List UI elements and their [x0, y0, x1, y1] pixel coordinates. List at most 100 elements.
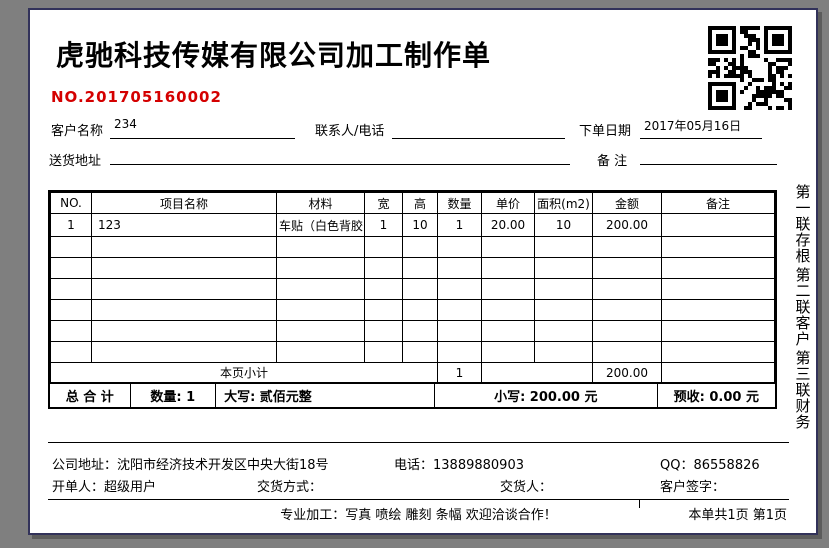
cell-2: 车贴（白色背胶: [277, 214, 365, 237]
items-table: NO.项目名称材料宽高数量单价面积(m2)金额备注 1123车贴（白色背胶110…: [48, 190, 777, 409]
customer-name-label: 客户名称: [51, 120, 103, 139]
cell-8: [593, 300, 662, 321]
contact-phone-value: [392, 117, 565, 139]
cell-1: 123: [92, 214, 277, 237]
cell-6: [482, 300, 535, 321]
grand-total-prepaid: 预收: 0.00 元: [658, 384, 775, 407]
table-empty-row: [51, 279, 775, 300]
cell-0: [51, 321, 92, 342]
page-subtotal-qty: 1: [438, 363, 482, 383]
cell-0: [51, 237, 92, 258]
issuer: 开单人：超级用户: [52, 476, 156, 495]
cell-9: [662, 342, 775, 363]
cell-2: [277, 342, 365, 363]
cell-5: [438, 258, 482, 279]
footer-divider-top: [48, 442, 789, 443]
table-empty-row: [51, 258, 775, 279]
col-header-5: 数量: [438, 193, 482, 214]
order-number: NO.201705160002: [51, 88, 222, 106]
page-info: 本单共1页 第1页: [639, 504, 787, 523]
cell-7: 10: [535, 214, 593, 237]
cell-8: 200.00: [593, 214, 662, 237]
cell-4: [403, 300, 438, 321]
grand-total-amount-caps: 大写: 贰佰元整: [216, 384, 435, 407]
grand-total-row: 总 合 计 数量: 1 大写: 贰佰元整 小写: 200.00 元 预收: 0.…: [50, 383, 775, 407]
col-header-6: 单价: [482, 193, 535, 214]
cell-9: [662, 237, 775, 258]
cell-9: [662, 214, 775, 237]
cell-3: 1: [365, 214, 403, 237]
cell-9: [662, 321, 775, 342]
table-empty-row: [51, 300, 775, 321]
cell-5: [438, 237, 482, 258]
cell-6: [482, 279, 535, 300]
page-subtotal-spacer: [482, 363, 593, 383]
cell-6: [482, 237, 535, 258]
delivery-address-label: 送货地址: [49, 150, 101, 169]
contact-phone-label: 联系人/电话: [315, 120, 384, 139]
footer-divider-bottom: [48, 499, 789, 500]
col-header-4: 高: [403, 193, 438, 214]
cell-5: [438, 279, 482, 300]
copy-labels-strip: 第一联存根 第二联客户 第三联财务: [792, 184, 814, 430]
col-header-9: 备注: [662, 193, 775, 214]
cell-3: [365, 237, 403, 258]
cell-3: [365, 279, 403, 300]
cell-3: [365, 300, 403, 321]
order-date-label: 下单日期: [579, 120, 631, 139]
cell-4: 10: [403, 214, 438, 237]
cell-8: [593, 258, 662, 279]
remark-label: 备 注: [597, 150, 627, 169]
table-row: 1123车贴（白色背胶110120.0010200.00: [51, 214, 775, 237]
cell-4: [403, 321, 438, 342]
cell-6: [482, 321, 535, 342]
cell-1: [92, 321, 277, 342]
cell-0: [51, 258, 92, 279]
cell-3: [365, 258, 403, 279]
cell-9: [662, 279, 775, 300]
customer-name-value: 234: [110, 117, 295, 139]
col-header-2: 材料: [277, 193, 365, 214]
cell-8: [593, 342, 662, 363]
cell-5: 1: [438, 214, 482, 237]
cell-2: [277, 321, 365, 342]
grand-total-qty: 数量: 1: [131, 384, 217, 407]
table-empty-row: [51, 237, 775, 258]
col-header-0: NO.: [51, 193, 92, 214]
remark-value: [640, 143, 777, 165]
cell-0: [51, 279, 92, 300]
cell-9: [662, 300, 775, 321]
cell-7: [535, 321, 593, 342]
col-header-8: 金额: [593, 193, 662, 214]
cell-0: [51, 300, 92, 321]
cell-5: [438, 321, 482, 342]
cell-7: [535, 279, 593, 300]
cell-7: [535, 237, 593, 258]
print-preview-page: 虎驰科技传媒有限公司加工制作单 NO.201705160002 客户名称 234…: [28, 8, 818, 535]
grand-total-label: 总 合 计: [50, 384, 131, 407]
cell-8: [593, 321, 662, 342]
cell-7: [535, 342, 593, 363]
cell-2: [277, 279, 365, 300]
cell-9: [662, 258, 775, 279]
cell-0: 1: [51, 214, 92, 237]
deliverer: 交货人：: [500, 476, 552, 495]
cell-6: 20.00: [482, 214, 535, 237]
cell-4: [403, 258, 438, 279]
cell-1: [92, 237, 277, 258]
cell-1: [92, 279, 277, 300]
col-header-1: 项目名称: [92, 193, 277, 214]
company-phone: 电话：13889880903: [394, 454, 524, 473]
copy-label-customer: 第二联客户: [793, 267, 814, 347]
cell-7: [535, 258, 593, 279]
page-subtotal-remark: [662, 363, 775, 383]
cell-2: [277, 300, 365, 321]
page-subtotal-row: 本页小计 1 200.00: [51, 363, 775, 383]
col-header-3: 宽: [365, 193, 403, 214]
table-empty-row: [51, 342, 775, 363]
copy-label-stub: 第一联存根: [793, 184, 814, 264]
cell-0: [51, 342, 92, 363]
delivery-method: 交货方式：: [257, 476, 322, 495]
table-header-row: NO.项目名称材料宽高数量单价面积(m2)金额备注: [51, 193, 775, 214]
grand-total-amount-lower: 小写: 200.00 元: [435, 384, 658, 407]
